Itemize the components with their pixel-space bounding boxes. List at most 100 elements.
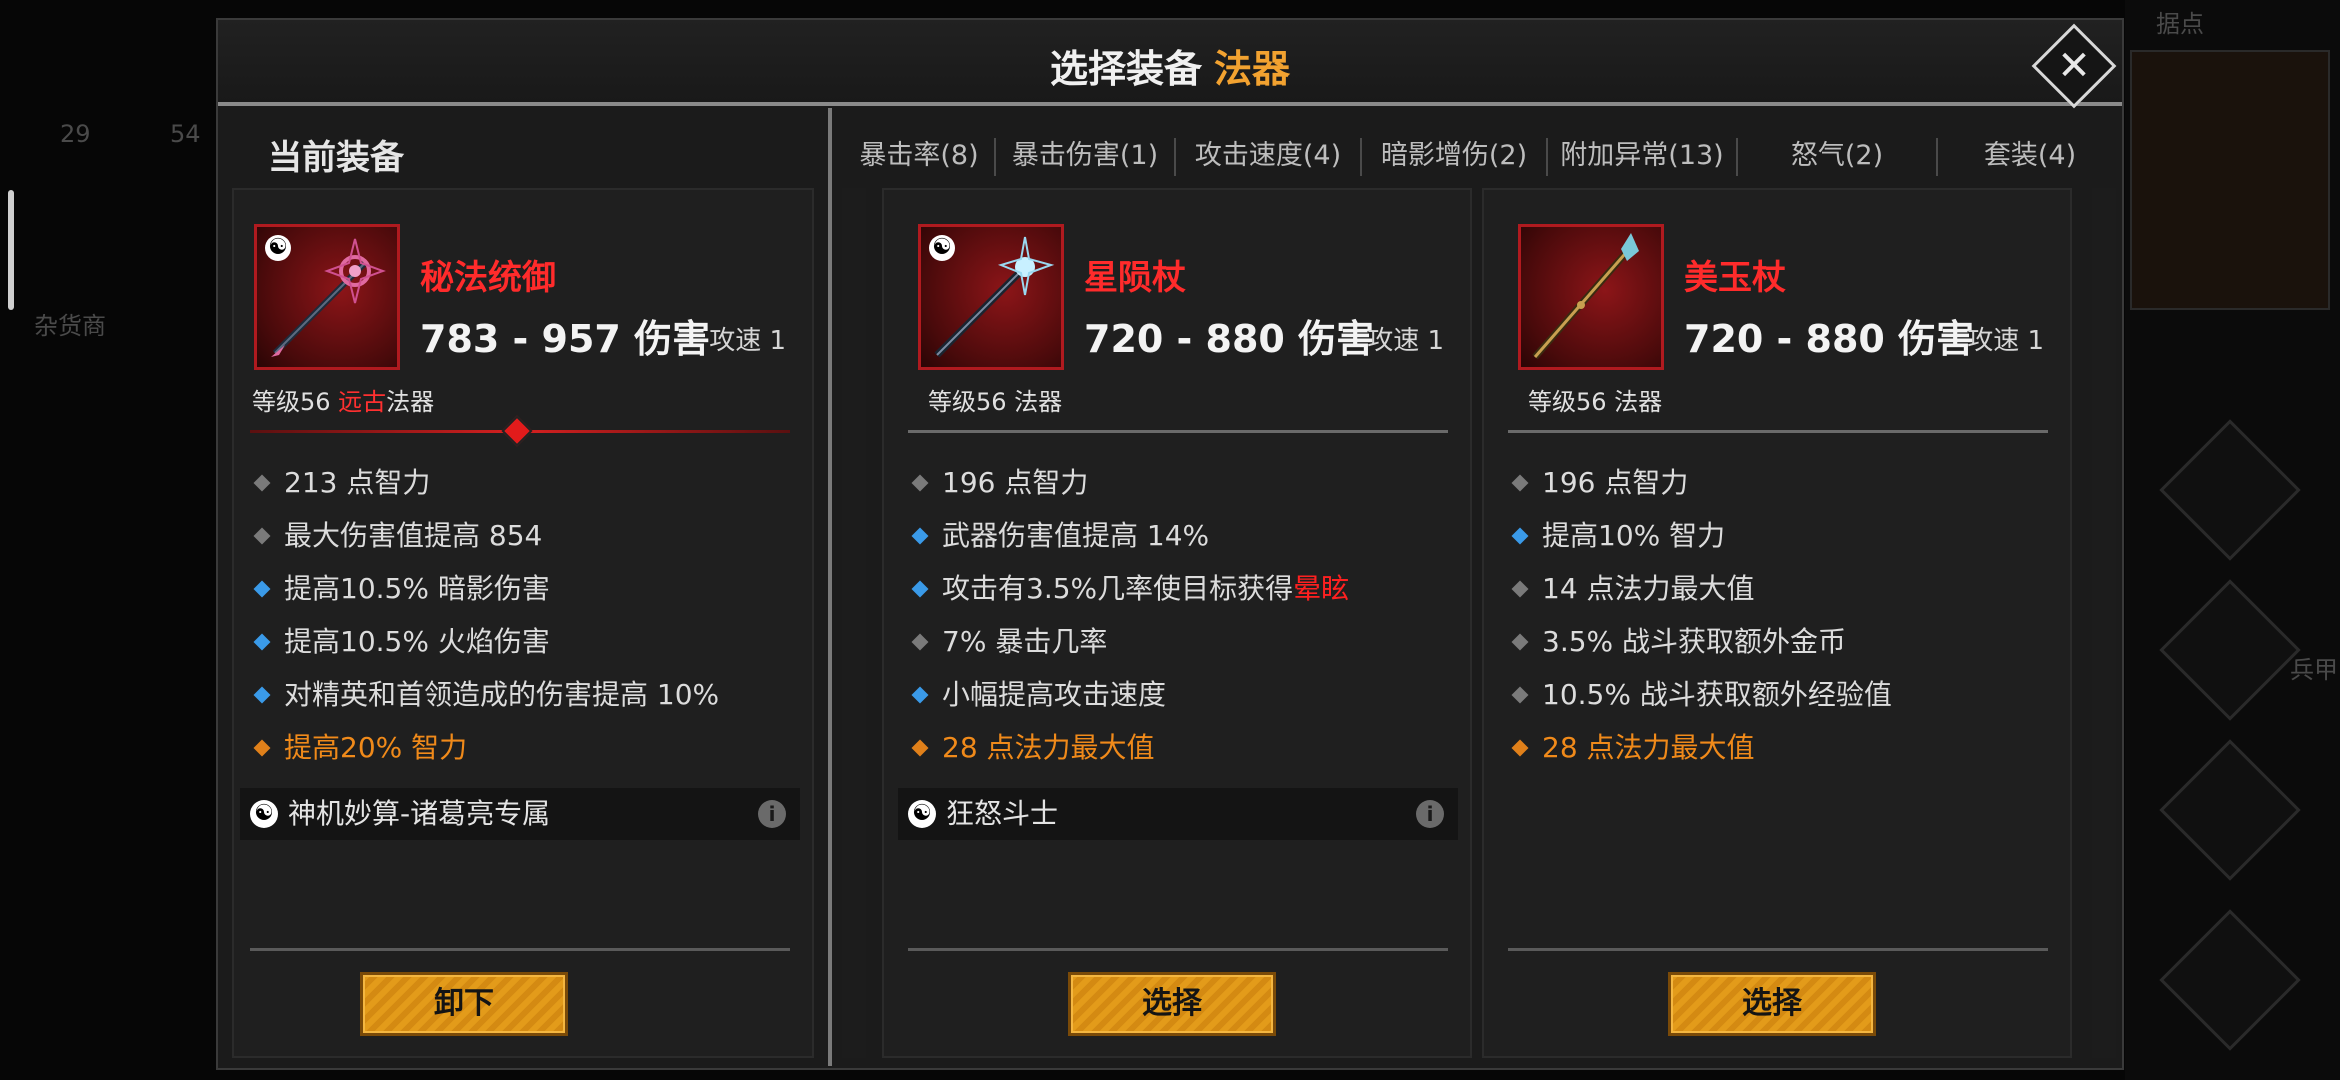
- item-attack-speed: 攻速 1: [709, 326, 786, 356]
- stat-bullet: [911, 580, 929, 598]
- staff-item-icon[interactable]: [1518, 224, 1664, 370]
- tab-shadow-damage[interactable]: 暗影增伤(2): [1366, 124, 1542, 188]
- set-name: 神机妙算-诸葛亮专属: [288, 797, 551, 830]
- set-bonus-bar[interactable]: ☯ 神机妙算-诸葛亮专属 i: [240, 788, 800, 840]
- item-name: 秘法统御: [420, 258, 556, 298]
- stat-text: 对精英和首领造成的伤害提高 10%: [284, 678, 720, 711]
- staff-item-icon[interactable]: ☯: [918, 224, 1064, 370]
- stat-bullet: [911, 739, 929, 757]
- card-divider: [908, 430, 1448, 433]
- stat-line: 28 点法力最大值: [1508, 721, 2048, 774]
- tab-crit-rate[interactable]: 暴击率(8): [848, 124, 990, 188]
- stat-text: 213 点智力: [284, 466, 431, 499]
- arcane-staff-icon: [271, 238, 386, 357]
- select-button[interactable]: 选择: [1068, 972, 1276, 1036]
- background-number: 29: [60, 120, 91, 148]
- stat-bullet: [911, 474, 929, 492]
- tab-separator: [1736, 138, 1738, 176]
- item-name: 美玉杖: [1684, 258, 1786, 298]
- info-icon[interactable]: i: [758, 800, 786, 828]
- stat-text: 提高20% 智力: [284, 731, 468, 764]
- yin-yang-icon: ☯: [250, 800, 278, 828]
- card-scroll-edge: [2092, 188, 2116, 1058]
- stat-line: 提高10% 智力: [1508, 509, 2048, 562]
- tab-separator: [1936, 138, 1938, 176]
- background-scrollbar[interactable]: [8, 190, 14, 310]
- stun-keyword[interactable]: 晕眩: [1293, 572, 1349, 605]
- item-attack-speed: 攻速 1: [1967, 326, 2044, 356]
- candidate-item-card[interactable]: ☯ 星陨杖 720 - 880 伤害 攻速 1 等级56 法器 196 点智力 …: [882, 188, 1472, 1058]
- star-staff-icon: [934, 236, 1055, 358]
- stat-text: 28 点法力最大值: [1542, 731, 1755, 764]
- item-level-prefix: 等级56: [252, 388, 339, 416]
- stat-bullet: [1511, 686, 1529, 704]
- item-level: 等级56 远古法器: [252, 382, 434, 417]
- item-damage: 720 - 880 伤害: [1684, 317, 1975, 361]
- candidate-item-card[interactable]: 美玉杖 720 - 880 伤害 攻速 1 等级56 法器 196 点智力 提高…: [1482, 188, 2072, 1058]
- current-item-card: ☯ 秘法统御 783 - 957 伤害 攻速 1 等级56 远古法器 213 点…: [232, 188, 814, 1058]
- select-button[interactable]: 选择: [1668, 972, 1876, 1036]
- card-footer-divider: [908, 948, 1448, 951]
- stat-text: 最大伤害值提高 854: [284, 519, 543, 552]
- staff-item-icon[interactable]: ☯: [254, 224, 400, 370]
- stat-bullet: [1511, 739, 1529, 757]
- modal-title-text: 选择装备: [1049, 47, 1202, 91]
- stat-bullet: [253, 739, 271, 757]
- item-level: 等级56 法器: [1528, 388, 1663, 416]
- item-damage: 783 - 957 伤害: [420, 317, 711, 361]
- stat-line: 攻击有3.5%几率使目标获得晕眩: [908, 562, 1448, 615]
- stat-line: 小幅提高攻击速度: [908, 668, 1448, 721]
- tab-rage[interactable]: 怒气(2): [1742, 124, 1932, 188]
- info-icon[interactable]: i: [1416, 800, 1444, 828]
- stat-text: 196 点智力: [1542, 466, 1689, 499]
- tab-separator: [994, 138, 996, 176]
- close-icon[interactable]: ✕: [2044, 36, 2104, 96]
- stat-text: 小幅提高攻击速度: [942, 678, 1167, 711]
- background-vendor-label: 杂货商: [34, 312, 106, 340]
- item-stats: 196 点智力 提高10% 智力 14 点法力最大值 3.5% 战斗获取额外金币…: [1508, 456, 2048, 774]
- set-name: 狂怒斗士: [946, 797, 1059, 830]
- stat-line: 武器伤害值提高 14%: [908, 509, 1448, 562]
- jade-staff-icon: [1532, 233, 1639, 360]
- stat-bullet: [253, 580, 271, 598]
- modal-header: 选择装备 法器: [218, 20, 2122, 106]
- stat-bullet: [911, 527, 929, 545]
- card-footer-divider: [250, 948, 790, 951]
- stat-line: 28 点法力最大值: [908, 721, 1448, 774]
- item-damage: 720 - 880 伤害: [1084, 317, 1375, 361]
- modal-title: 选择装备 法器: [218, 38, 2122, 93]
- stat-line: 213 点智力: [250, 456, 790, 509]
- tab-extra-status[interactable]: 附加异常(13): [1552, 124, 1732, 188]
- stat-bullet: [253, 633, 271, 651]
- current-equipment-label: 当前装备: [268, 138, 404, 178]
- stat-line: 提高10.5% 火焰伤害: [250, 615, 790, 668]
- stat-line: 最大伤害值提高 854: [250, 509, 790, 562]
- item-rarity: 远古: [338, 388, 387, 416]
- item-name: 星陨杖: [1084, 258, 1186, 298]
- stat-line: 3.5% 战斗获取额外金币: [1508, 615, 2048, 668]
- stat-text: 28 点法力最大值: [942, 731, 1155, 764]
- tab-crit-damage[interactable]: 暴击伤害(1): [1000, 124, 1170, 188]
- item-stats: 213 点智力 最大伤害值提高 854 提高10.5% 暗影伤害 提高10.5%…: [250, 456, 790, 774]
- stat-bullet: [1511, 633, 1529, 651]
- stat-text: 14 点法力最大值: [1542, 572, 1755, 605]
- unequip-button[interactable]: 卸下: [360, 972, 568, 1036]
- equipment-select-modal: 选择装备 法器 ✕ 当前装备 暴击率(8) 暴击伤害(1) 攻击速度(4) 暗影增…: [216, 18, 2124, 1070]
- yin-yang-icon: ☯: [908, 800, 936, 828]
- tab-attack-speed[interactable]: 攻击速度(4): [1180, 124, 1356, 188]
- stat-text: 3.5% 战斗获取额外金币: [1542, 625, 1847, 658]
- stat-text: 7% 暴击几率: [942, 625, 1108, 658]
- stat-bullet: [911, 633, 929, 651]
- stat-bullet: [911, 686, 929, 704]
- tab-separator: [1174, 138, 1176, 176]
- stat-text: 提高10.5% 暗影伤害: [284, 572, 550, 605]
- stat-text: 武器伤害值提高 14%: [942, 519, 1210, 552]
- set-bonus-bar[interactable]: ☯ 狂怒斗士 i: [898, 788, 1458, 840]
- tab-separator: [1360, 138, 1362, 176]
- stat-line: 196 点智力: [1508, 456, 2048, 509]
- stat-line: 对精英和首领造成的伤害提高 10%: [250, 668, 790, 721]
- filter-tabs: 暴击率(8) 暴击伤害(1) 攻击速度(4) 暗影增伤(2) 附加异常(13) …: [848, 124, 2118, 188]
- tab-set[interactable]: 套装(4): [1942, 124, 2118, 188]
- stat-line: 提高10.5% 暗影伤害: [250, 562, 790, 615]
- stat-line: 196 点智力: [908, 456, 1448, 509]
